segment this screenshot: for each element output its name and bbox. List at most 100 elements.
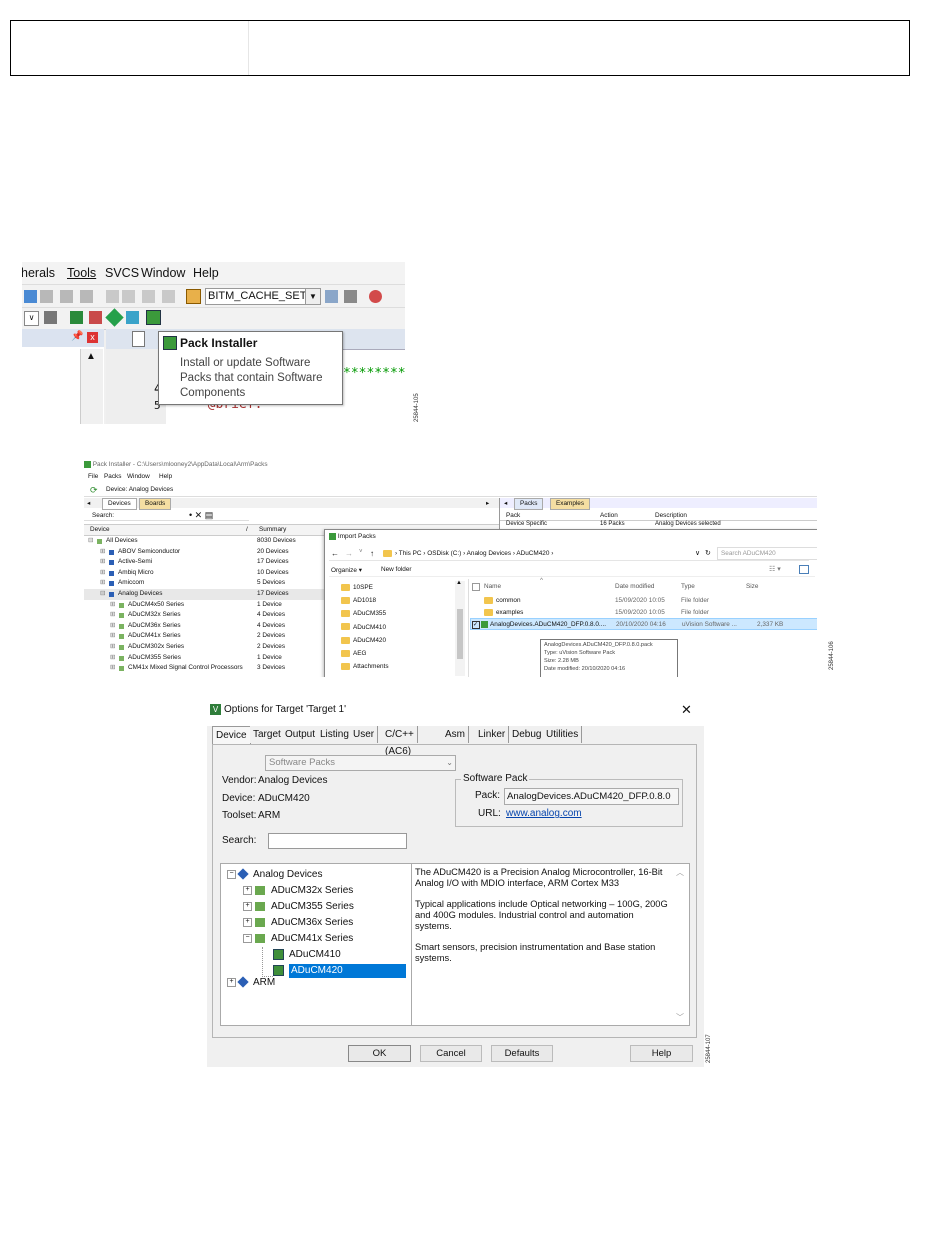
file-row[interactable]: examples 15/09/2020 10:05 File folder	[470, 607, 816, 618]
tree-node[interactable]: + ADuCM32x Series	[243, 884, 353, 898]
bookmark-prev-icon[interactable]	[60, 290, 73, 303]
run-icon[interactable]	[24, 290, 37, 303]
debug-icon[interactable]	[369, 290, 382, 303]
expand-icon[interactable]: ⊞	[110, 631, 115, 642]
col-action[interactable]: Action	[600, 512, 618, 519]
search-input[interactable]: Search ADuCM420	[717, 547, 817, 560]
expand-icon[interactable]: −	[227, 869, 236, 879]
expand-icon[interactable]: ⊞	[110, 600, 115, 611]
crumb-this-pc[interactable]: This PC	[399, 550, 422, 557]
scrollbar[interactable]: ▲	[455, 580, 465, 676]
tab-listing[interactable]: Listing	[317, 726, 353, 743]
tab-debug[interactable]: Debug	[509, 726, 546, 743]
tree-node[interactable]: ADuCM420	[273, 964, 406, 978]
ok-button[interactable]: OK	[348, 1045, 411, 1062]
col-summary[interactable]: Summary	[259, 526, 286, 533]
expand-icon[interactable]: ⊞	[100, 547, 105, 558]
chevron-down-icon[interactable]: ⌄	[446, 756, 453, 770]
nav-folder-item[interactable]: ADuCM410	[341, 621, 386, 634]
books-icon[interactable]	[89, 311, 102, 324]
scroll-up-icon[interactable]: ︿	[676, 867, 684, 878]
file-row[interactable]: common 15/09/2020 10:05 File folder	[470, 595, 816, 606]
menu-file[interactable]: File	[88, 473, 98, 480]
manage-icon[interactable]	[325, 290, 338, 303]
database-select[interactable]: Software Packs ⌄	[265, 755, 456, 771]
expand-icon[interactable]: ⊞	[110, 610, 115, 621]
expand-icon[interactable]: +	[243, 901, 252, 911]
menu-help[interactable]: Help	[193, 266, 219, 280]
col-device[interactable]: Device	[90, 526, 110, 533]
wand-icon[interactable]	[344, 290, 357, 303]
scroll-up-icon[interactable]: ▲	[456, 580, 462, 586]
tab-target[interactable]: Target	[250, 726, 285, 743]
nav-folder-item[interactable]: AEG	[341, 647, 367, 660]
pack-installer-icon[interactable]	[146, 310, 161, 325]
indent-icon[interactable]	[106, 290, 119, 303]
up-icon[interactable]: ↑	[370, 549, 374, 558]
expand-icon[interactable]: −	[243, 933, 252, 943]
uncomment-icon[interactable]	[162, 290, 175, 303]
nav-folder-item[interactable]: 10SPE	[341, 581, 373, 594]
tab-asm[interactable]: Asm	[442, 726, 469, 743]
expand-icon[interactable]: ⊟	[100, 589, 105, 600]
search-input[interactable]	[268, 833, 407, 849]
menu-svcs[interactable]: SVCS	[105, 266, 139, 280]
refresh-icon[interactable]: ⟳	[90, 485, 98, 496]
bookmark-next-icon[interactable]	[80, 290, 93, 303]
tab-packs[interactable]: Packs	[514, 498, 544, 510]
menu-help[interactable]: Help	[159, 473, 172, 480]
cancel-button[interactable]: Cancel	[420, 1045, 482, 1062]
run-time-env-icon[interactable]	[126, 311, 139, 324]
col-date[interactable]: Date modified	[615, 583, 654, 590]
diamond-icon[interactable]	[105, 308, 124, 327]
tab-boards[interactable]: Boards	[139, 498, 172, 510]
recent-icon[interactable]: ˅	[359, 549, 363, 555]
tab-device[interactable]: Device	[212, 726, 251, 745]
tree-node[interactable]: − Analog Devices	[227, 868, 322, 882]
col-name[interactable]: Name	[484, 583, 501, 590]
nav-folder-item[interactable]: ADuCM355	[341, 607, 386, 620]
tab-examples[interactable]: Examples	[550, 498, 591, 510]
chevron-down-icon[interactable]: ∨	[695, 549, 700, 557]
back-icon[interactable]: ←	[331, 549, 339, 558]
target-combo[interactable]: BITM_CACHE_SETUF	[205, 288, 309, 305]
breadcrumb[interactable]: › This PC › OSDisk (C:) › Analog Devices…	[395, 550, 553, 557]
crumb-analog-devices[interactable]: Analog Devices	[467, 550, 511, 557]
expand-icon[interactable]: +	[243, 885, 252, 895]
scroll-right-icon[interactable]: ▸	[486, 499, 489, 507]
tree-node[interactable]: − ADuCM41x Series	[243, 932, 353, 946]
expand-icon[interactable]: ⊞	[100, 568, 105, 579]
new-folder-button[interactable]: New folder	[381, 566, 412, 573]
nav-folder-item[interactable]: Attachments	[341, 660, 389, 673]
file-icon[interactable]	[132, 331, 145, 347]
scroll-down-icon[interactable]: ﹀	[676, 1012, 684, 1023]
scroll-left-icon[interactable]: ◂	[504, 499, 507, 507]
comment-icon[interactable]	[142, 290, 155, 303]
tree-node[interactable]: + ADuCM36x Series	[243, 916, 353, 930]
search-controls[interactable]: • ✕ ▤	[189, 510, 213, 521]
tab-devices[interactable]: Devices	[102, 498, 137, 510]
tab-output[interactable]: Output	[282, 726, 320, 743]
menu-window[interactable]: Window	[127, 473, 150, 480]
select-all-checkbox[interactable]	[472, 583, 480, 591]
tree-node[interactable]: + ADuCM355 Series	[243, 900, 354, 914]
expand-icon[interactable]: ⊞	[110, 642, 115, 653]
scroll-left-icon[interactable]: ◂	[87, 499, 90, 507]
expand-icon[interactable]: ⊞	[100, 578, 105, 589]
col-type[interactable]: Type	[681, 583, 695, 590]
menu-tools[interactable]: Tools	[67, 266, 96, 280]
preview-pane-icon[interactable]	[799, 565, 809, 574]
expand-icon[interactable]: ⊞	[110, 621, 115, 632]
crumb-aducm420[interactable]: ADuCM420	[516, 550, 549, 557]
tab-linker[interactable]: Linker	[475, 726, 510, 743]
menu-packs[interactable]: Packs	[104, 473, 121, 480]
url-link[interactable]: www.analog.com	[506, 808, 582, 819]
scrollbar[interactable]: ▲	[80, 349, 103, 424]
col-size[interactable]: Size	[746, 583, 758, 590]
expand-icon[interactable]: +	[243, 917, 252, 927]
expand-icon[interactable]: +	[227, 977, 236, 987]
defaults-button[interactable]: Defaults	[491, 1045, 553, 1062]
col-pack[interactable]: Pack	[506, 512, 520, 519]
component-icon[interactable]	[70, 311, 83, 324]
refresh-icon[interactable]: ↻	[705, 549, 711, 557]
